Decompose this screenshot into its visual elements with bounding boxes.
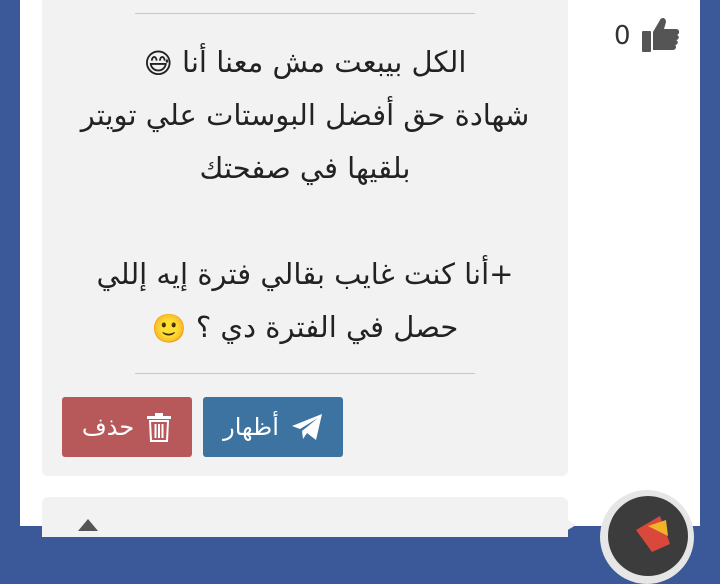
publish-label: أظهار	[223, 413, 279, 441]
trash-icon	[146, 412, 172, 442]
avatar[interactable]	[608, 496, 688, 576]
post-line-2: شهادة حق أفضل البوستات علي تويتر	[80, 98, 530, 132]
avatar-logo-icon	[636, 516, 670, 552]
next-post-card	[42, 497, 568, 537]
like-count: 0	[614, 21, 631, 51]
post-line-blank	[42, 195, 568, 248]
bottom-divider	[135, 373, 475, 374]
post-line-5: +أنا كنت غايب بقالي فترة إيه إللي	[96, 257, 514, 291]
top-divider	[135, 13, 475, 14]
publish-button[interactable]: أظهار	[203, 397, 343, 457]
paper-plane-icon	[291, 413, 323, 441]
thumbs-up-icon[interactable]	[641, 15, 681, 57]
post-line-3: بلقيها في صفحتك	[199, 151, 411, 185]
post-line-1: الكل بيبعت مش معنا أنا 😅	[143, 45, 467, 80]
delete-button[interactable]: حذف	[62, 397, 192, 457]
like-widget[interactable]: 0	[614, 14, 681, 58]
sweat-smile-emoji: 😅	[143, 47, 173, 80]
delete-label: حذف	[81, 413, 135, 441]
smile-emoji: 🙂	[151, 312, 187, 345]
post-line-6: حصل في الفترة دي ؟ 🙂	[151, 310, 459, 345]
post-text: الكل بيبعت مش معنا أنا 😅 شهادة حق أفضل ا…	[42, 36, 568, 354]
